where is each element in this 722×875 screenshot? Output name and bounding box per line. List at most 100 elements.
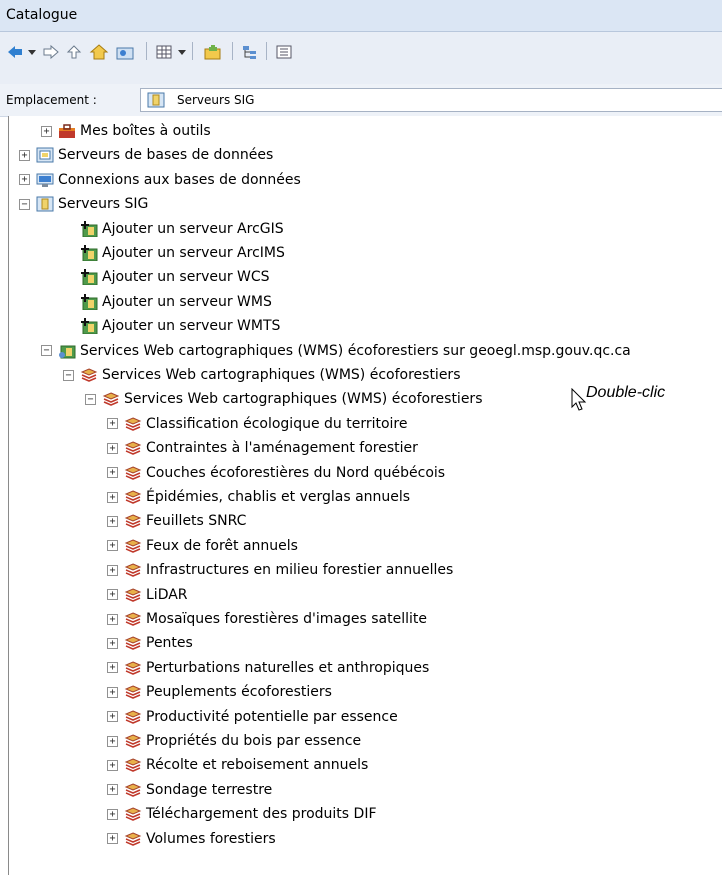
layers-icon xyxy=(124,782,142,798)
tree-item-label: Perturbations naturelles et anthropiques xyxy=(146,659,430,676)
location-value: Serveurs SIG xyxy=(177,93,255,107)
tree-item[interactable]: + Peuplements écoforestiers xyxy=(107,680,332,704)
tree-item[interactable]: + Propriétés du bois par essence xyxy=(107,729,361,753)
tree-item[interactable]: Ajouter un serveur ArcGIS xyxy=(63,217,284,241)
expand-toggle-icon[interactable]: + xyxy=(107,637,118,649)
expand-toggle-icon[interactable]: + xyxy=(107,759,118,771)
expand-toggle-icon[interactable]: + xyxy=(107,711,118,723)
tree-item[interactable]: + Volumes forestiers xyxy=(107,827,276,851)
database-server-icon xyxy=(36,147,54,163)
tree-item[interactable]: Ajouter un serveur WCS xyxy=(63,265,270,289)
layers-icon xyxy=(124,733,142,749)
layers-icon xyxy=(124,757,142,773)
tree-item-label: Connexions aux bases de données xyxy=(58,171,301,188)
tree-item[interactable]: + Productivité potentielle par essence xyxy=(107,705,398,729)
layers-icon xyxy=(124,660,142,676)
expand-toggle-icon[interactable]: + xyxy=(107,662,118,674)
add-server-icon xyxy=(80,318,98,335)
expand-toggle-icon[interactable]: + xyxy=(107,735,118,747)
collapse-toggle-icon[interactable]: − xyxy=(63,369,74,381)
tree-item-label: Feuillets SNRC xyxy=(146,513,247,530)
tree-item[interactable]: + Mosaïques forestières d'images satellit… xyxy=(107,607,427,631)
tree-item[interactable]: − Serveurs SIG xyxy=(19,192,148,216)
expand-toggle-icon[interactable]: + xyxy=(107,613,118,625)
window-title: Catalogue xyxy=(6,7,78,23)
tree-item-label: Ajouter un serveur ArcIMS xyxy=(102,245,285,261)
layers-icon xyxy=(124,831,142,847)
layers-icon xyxy=(124,513,142,529)
tree-item[interactable]: + Téléchargement des produits DIF xyxy=(107,802,377,826)
tree-item[interactable]: + Pentes xyxy=(107,631,193,655)
tree-item[interactable]: + Connexions aux bases de données xyxy=(19,168,301,192)
tree-item[interactable]: + Mes boîtes à outils xyxy=(41,119,211,143)
add-server-icon xyxy=(80,293,98,311)
expand-toggle-icon[interactable]: + xyxy=(107,833,118,845)
expand-toggle-icon[interactable]: + xyxy=(41,125,52,137)
collapse-toggle-icon[interactable]: − xyxy=(19,198,30,210)
tree-item[interactable]: Ajouter un serveur WMS xyxy=(63,290,272,314)
expand-toggle-icon[interactable]: + xyxy=(107,589,118,601)
tree-item[interactable]: + LiDAR xyxy=(107,583,188,607)
mouse-pointer-icon xyxy=(571,387,587,416)
tree-item-label: Infrastructures en milieu forestier annu… xyxy=(146,562,454,579)
dropdown-icon[interactable] xyxy=(26,40,38,64)
expand-toggle-icon[interactable]: + xyxy=(107,540,118,552)
list-view-icon[interactable] xyxy=(274,40,294,64)
tree-item[interactable]: + Récolte et reboisement annuels xyxy=(107,753,368,777)
layers-icon xyxy=(124,440,142,456)
tree-item[interactable]: Ajouter un serveur ArcIMS xyxy=(63,241,285,265)
tree-item[interactable]: − Services Web cartographiques (WMS) écof… xyxy=(85,387,482,411)
home-folder-icon[interactable] xyxy=(88,40,110,64)
gis-server-icon xyxy=(36,196,54,212)
layers-icon xyxy=(124,709,142,725)
collapse-toggle-icon[interactable]: − xyxy=(85,393,96,405)
tree-item-label: Peuplements écoforestiers xyxy=(146,684,332,701)
location-field[interactable]: Serveurs SIG xyxy=(140,88,722,112)
expand-toggle-icon[interactable]: + xyxy=(107,515,118,527)
forward-arrow-icon[interactable] xyxy=(42,40,60,64)
new-item-icon[interactable] xyxy=(202,40,224,64)
tree-item[interactable]: + Feux de forêt annuels xyxy=(107,534,298,558)
tree-item-label: Ajouter un serveur WMS xyxy=(102,293,272,310)
tree-item-label: Propriétés du bois par essence xyxy=(146,733,362,749)
expand-toggle-icon[interactable]: + xyxy=(107,418,118,430)
expand-toggle-icon[interactable]: + xyxy=(107,442,118,454)
expand-toggle-icon[interactable]: + xyxy=(107,784,118,796)
tree-item[interactable]: − Services Web cartographiques (WMS) écof… xyxy=(63,363,460,387)
tree-item[interactable]: + Serveurs de bases de données xyxy=(19,143,273,167)
tree-item[interactable]: + Épidémies, chablis et verglas annuels xyxy=(107,485,410,509)
expand-toggle-icon[interactable]: + xyxy=(107,686,118,698)
tree-view-icon[interactable] xyxy=(240,40,260,64)
tree-item[interactable]: + Contraintes à l'aménagement forestier xyxy=(107,436,418,460)
collapse-toggle-icon[interactable]: − xyxy=(41,345,52,357)
catalogue-tree[interactable]: + Mes boîtes à outils + Serveurs de bases d… xyxy=(8,116,722,875)
dropdown-icon[interactable] xyxy=(176,40,188,64)
tree-item-label: Téléchargement des produits DIF xyxy=(146,806,377,823)
up-level-icon[interactable] xyxy=(64,40,84,64)
layers-icon xyxy=(80,367,98,383)
tree-item[interactable]: + Classification écologique du territoire xyxy=(107,412,408,436)
tree-item[interactable]: + Perturbations naturelles et anthropique… xyxy=(107,656,429,680)
expand-toggle-icon[interactable]: + xyxy=(19,174,30,186)
tree-item-label: Productivité potentielle par essence xyxy=(146,708,398,725)
expand-toggle-icon[interactable]: + xyxy=(107,564,118,576)
layers-icon xyxy=(124,806,142,822)
connect-folder-icon[interactable] xyxy=(114,40,136,64)
tree-item[interactable]: + Couches écoforestières du Nord québécoi… xyxy=(107,461,445,485)
catalogue-title-bar: Catalogue xyxy=(0,0,722,32)
tree-item[interactable]: + Infrastructures en milieu forestier ann… xyxy=(107,558,453,582)
back-arrow-icon[interactable] xyxy=(6,40,24,64)
tree-item-label: Ajouter un serveur ArcGIS xyxy=(102,220,284,237)
view-grid-icon[interactable] xyxy=(154,40,174,64)
tree-item[interactable]: − Services Web cartographiques (WMS) écof… xyxy=(41,339,631,363)
tree-item[interactable]: + Feuillets SNRC xyxy=(107,509,246,533)
expand-toggle-icon[interactable]: + xyxy=(19,149,30,161)
tree-item[interactable]: Ajouter un serveur WMTS xyxy=(63,314,280,338)
expand-toggle-icon[interactable]: + xyxy=(107,491,118,503)
tree-item[interactable]: + Sondage terrestre xyxy=(107,778,272,802)
expand-toggle-icon[interactable]: + xyxy=(107,467,118,479)
expand-toggle-icon[interactable]: + xyxy=(107,808,118,820)
